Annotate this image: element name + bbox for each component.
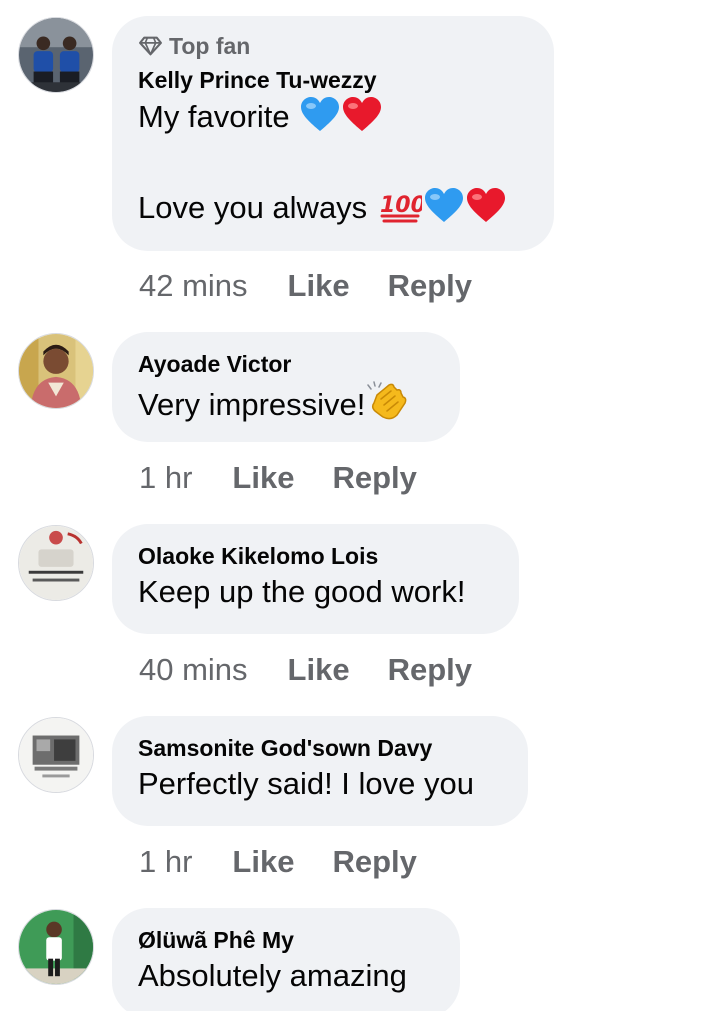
red-heart-emoji [466, 188, 505, 222]
red-heart-emoji [343, 97, 382, 131]
avatar[interactable] [18, 717, 94, 793]
comment-actions: 1 hr Like Reply [139, 842, 417, 882]
avatar-photo [19, 718, 93, 792]
comment-actions: 42 mins Like Reply [139, 266, 472, 306]
like-button[interactable]: Like [232, 844, 294, 880]
comment-timestamp[interactable]: 42 mins [139, 268, 248, 304]
avatar[interactable] [18, 333, 94, 409]
avatar-photo [19, 334, 93, 408]
comment-line-text: My favorite [138, 99, 290, 134]
like-button[interactable]: Like [232, 460, 294, 496]
hundred-points-emoji: 100 [380, 193, 422, 223]
reply-button[interactable]: Reply [332, 460, 416, 496]
comment-timestamp[interactable]: 1 hr [139, 844, 192, 880]
avatar-photo [19, 526, 93, 600]
comment-line: Love you always 100 [138, 188, 528, 227]
comment-text: My favorite Love you always 100 [138, 97, 528, 227]
avatar[interactable] [18, 525, 94, 601]
svg-text:100: 100 [380, 193, 422, 218]
comment-text: Perfectly said! I love you [138, 766, 474, 801]
comment-author[interactable]: Olaoke Kikelomo Lois [138, 541, 493, 571]
comment-line-text: Love you always [138, 190, 368, 225]
comment-bubble: Ayoade Victor Very impressive! [112, 332, 460, 442]
comment-bubble: Olaoke Kikelomo Lois Keep up the good wo… [112, 524, 519, 634]
comment-text: Very impressive! [138, 381, 434, 424]
avatar[interactable] [18, 909, 94, 985]
comment-line-text: Very impressive! [138, 387, 366, 422]
avatar-photo [19, 18, 93, 92]
comment-author[interactable]: Ølüwã Phê My [138, 925, 434, 955]
comment-author[interactable]: Ayoade Victor [138, 349, 434, 379]
comment-author[interactable]: Samsonite God'sown Davy [138, 733, 502, 763]
comment-text: Absolutely amazing [138, 958, 407, 993]
comment-text: Keep up the good work! [138, 574, 466, 609]
badge-label: Top fan [169, 32, 251, 59]
clapping-hands-emoji [367, 381, 407, 420]
comment-author[interactable]: Kelly Prince Tu-wezzy [138, 65, 528, 95]
blue-heart-emoji [424, 188, 463, 222]
comment-timestamp[interactable]: 1 hr [139, 460, 192, 496]
diamond-icon [139, 36, 162, 56]
comment-bubble: Samsonite God'sown Davy Perfectly said! … [112, 716, 528, 826]
like-button[interactable]: Like [288, 268, 350, 304]
comment-line: My favorite [138, 97, 528, 136]
comment-bubble: Top fan Kelly Prince Tu-wezzy My favorit… [112, 16, 554, 251]
blue-heart-emoji [301, 97, 340, 131]
comment-timestamp[interactable]: 40 mins [139, 652, 248, 688]
reply-button[interactable]: Reply [388, 268, 472, 304]
comment-actions: 40 mins Like Reply [139, 650, 472, 690]
comments-list: Top fan Kelly Prince Tu-wezzy My favorit… [0, 0, 720, 1011]
reply-button[interactable]: Reply [332, 844, 416, 880]
avatar[interactable] [18, 17, 94, 93]
comment-bubble: Ølüwã Phê My Absolutely amazing [112, 908, 460, 1011]
like-button[interactable]: Like [288, 652, 350, 688]
avatar-photo [19, 910, 93, 984]
top-fan-badge: Top fan [138, 31, 528, 61]
comment-actions: 1 hr Like Reply [139, 458, 417, 498]
reply-button[interactable]: Reply [388, 652, 472, 688]
